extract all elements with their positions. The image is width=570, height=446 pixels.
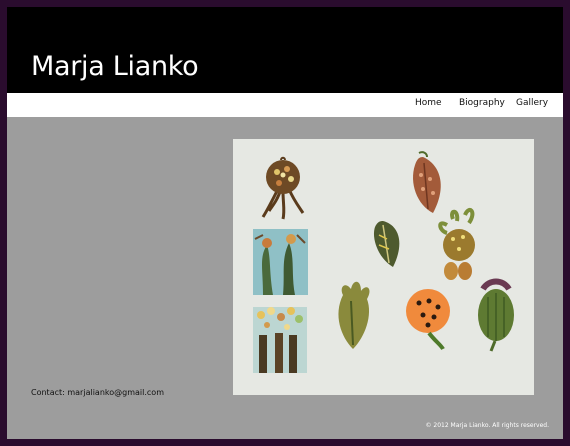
contact-info: Contact: marjalianko@gmail.com	[31, 388, 164, 397]
sculpture-round-flower	[261, 156, 305, 220]
artwork-photo	[233, 139, 534, 395]
sculpture-leaf-green	[373, 221, 400, 267]
main-nav: Home Biography Gallery	[7, 93, 563, 117]
sculpture-poppy-pod	[478, 278, 514, 352]
sculpture-pod-brown	[413, 151, 441, 213]
nav-item-gallery[interactable]: Gallery	[516, 98, 548, 108]
footer-copyright: © 2012 Marja Lianko. All rights reserved…	[425, 422, 549, 429]
painting-flowers-panel	[253, 307, 307, 373]
sculpture-lotus-orange	[406, 289, 450, 351]
main-content: Contact: marjalianko@gmail.com © 2012 Ma…	[7, 117, 563, 439]
artwork-illustration	[253, 151, 514, 373]
sculpture-tulip-green	[338, 281, 370, 349]
nav-item-biography[interactable]: Biography	[459, 98, 505, 108]
site-header: Marja Lianko	[7, 7, 563, 93]
page-frame: Marja Lianko Home Biography Gallery Cont…	[7, 7, 563, 439]
site-title[interactable]: Marja Lianko	[31, 51, 199, 82]
sculpture-pineapple-pod	[438, 207, 475, 280]
nav-item-home[interactable]: Home	[415, 98, 442, 108]
painting-tree-panel	[253, 229, 308, 295]
